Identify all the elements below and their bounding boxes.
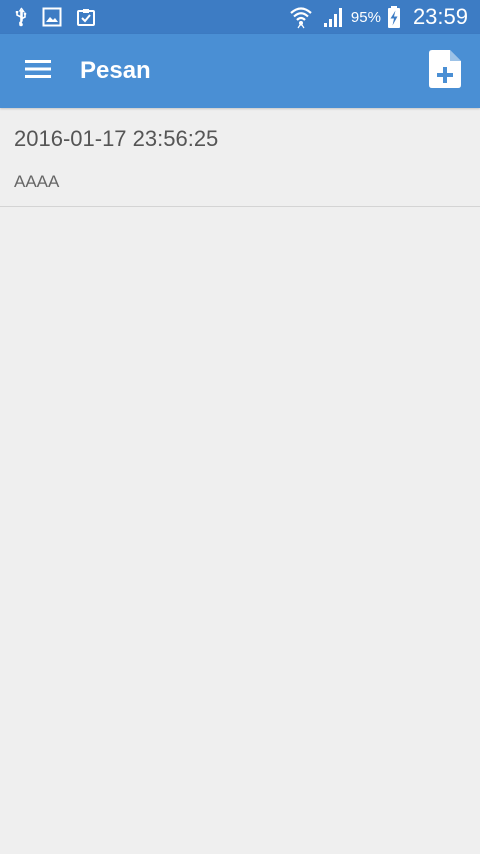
status-notification-icons <box>14 5 96 29</box>
message-list: 2016-01-17 23:56:25 AAAA <box>0 108 480 207</box>
message-text: AAAA <box>14 172 60 191</box>
battery-charging-icon <box>387 6 401 28</box>
menu-button[interactable] <box>14 47 62 95</box>
signal-icon <box>323 6 345 28</box>
battery-percentage: 95% <box>350 8 381 26</box>
app-bar: Pesan <box>0 34 480 108</box>
message-timestamp: 2016-01-17 23:56:25 <box>14 126 219 151</box>
status-bar: 95% 23:59 <box>0 0 480 34</box>
status-time: 23:59 <box>412 4 468 29</box>
gallery-icon <box>42 7 62 27</box>
new-document-icon <box>429 49 461 93</box>
wifi-icon <box>289 5 313 29</box>
clipboard-check-icon <box>76 7 96 27</box>
new-message-button[interactable] <box>422 48 468 94</box>
hamburger-menu-icon <box>25 59 51 84</box>
list-item[interactable]: 2016-01-17 23:56:25 AAAA <box>0 108 480 207</box>
page-title: Pesan <box>80 57 151 84</box>
status-system-icons: 95% 23:59 <box>289 0 468 34</box>
usb-icon <box>14 7 28 27</box>
